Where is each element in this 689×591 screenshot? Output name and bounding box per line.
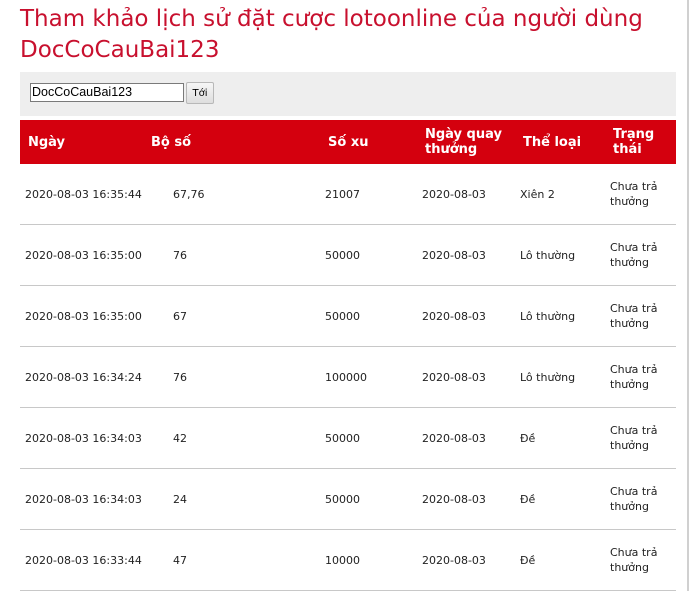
cell-coins: 21007 bbox=[320, 164, 417, 225]
table-row: 2020-08-03 16:34:03 24 50000 2020-08-03 … bbox=[20, 468, 676, 530]
header-coins[interactable]: Số xu bbox=[320, 120, 417, 164]
cell-status: Chưa trả thưởng bbox=[605, 407, 676, 469]
cell-date: 2020-08-03 16:35:44 bbox=[20, 164, 143, 225]
page-title: Tham khảo lịch sử đặt cược lotoonline củ… bbox=[20, 6, 643, 63]
cell-type: Lô thường bbox=[515, 346, 605, 408]
cell-type: Xiên 2 bbox=[515, 164, 605, 225]
header-status[interactable]: Trạng thái bbox=[605, 120, 676, 164]
cell-numbers: 42 bbox=[143, 407, 320, 469]
bet-history-table: Ngày Bộ số Số xu Ngày quay thưởng Thể lo… bbox=[20, 120, 676, 591]
cell-type: Lô thường bbox=[515, 224, 605, 286]
cell-type: Đề bbox=[515, 468, 605, 530]
header-date[interactable]: Ngày bbox=[20, 120, 143, 164]
cell-draw-date: 2020-08-03 bbox=[417, 529, 515, 591]
cell-coins: 50000 bbox=[320, 468, 417, 530]
username-input[interactable] bbox=[30, 83, 184, 102]
cell-coins: 10000 bbox=[320, 529, 417, 591]
cell-date: 2020-08-03 16:35:00 bbox=[20, 224, 143, 286]
cell-date: 2020-08-03 16:34:03 bbox=[20, 468, 143, 530]
table-row: 2020-08-03 16:34:24 76 100000 2020-08-03… bbox=[20, 346, 676, 408]
cell-draw-date: 2020-08-03 bbox=[417, 164, 515, 225]
cell-type: Đề bbox=[515, 407, 605, 469]
cell-status: Chưa trả thưởng bbox=[605, 285, 676, 347]
cell-status: Chưa trả thưởng bbox=[605, 468, 676, 530]
cell-numbers: 76 bbox=[143, 224, 320, 286]
cell-draw-date: 2020-08-03 bbox=[417, 285, 515, 347]
cell-draw-date: 2020-08-03 bbox=[417, 224, 515, 286]
cell-numbers: 67 bbox=[143, 285, 320, 347]
table-row: 2020-08-03 16:34:03 42 50000 2020-08-03 … bbox=[20, 407, 676, 469]
cell-type: Lô thường bbox=[515, 285, 605, 347]
cell-date: 2020-08-03 16:34:03 bbox=[20, 407, 143, 469]
go-button[interactable]: Tới bbox=[186, 82, 214, 104]
cell-coins: 50000 bbox=[320, 224, 417, 286]
search-bar: Tới bbox=[20, 72, 676, 116]
cell-type: Đề bbox=[515, 529, 605, 591]
cell-status: Chưa trả thưởng bbox=[605, 529, 676, 591]
cell-date: 2020-08-03 16:33:44 bbox=[20, 529, 143, 591]
cell-status: Chưa trả thưởng bbox=[605, 346, 676, 408]
table-row: 2020-08-03 16:35:00 76 50000 2020-08-03 … bbox=[20, 224, 676, 286]
table-row: 2020-08-03 16:35:00 67 50000 2020-08-03 … bbox=[20, 285, 676, 347]
cell-date: 2020-08-03 16:34:24 bbox=[20, 346, 143, 408]
cell-numbers: 67,76 bbox=[143, 164, 320, 225]
cell-draw-date: 2020-08-03 bbox=[417, 468, 515, 530]
cell-numbers: 47 bbox=[143, 529, 320, 591]
table-row: 2020-08-03 16:35:44 67,76 21007 2020-08-… bbox=[20, 164, 676, 225]
cell-status: Chưa trả thưởng bbox=[605, 164, 676, 225]
cell-coins: 50000 bbox=[320, 285, 417, 347]
header-numbers[interactable]: Bộ số bbox=[143, 120, 320, 164]
header-type[interactable]: Thể loại bbox=[515, 120, 605, 164]
cell-numbers: 76 bbox=[143, 346, 320, 408]
cell-coins: 50000 bbox=[320, 407, 417, 469]
cell-draw-date: 2020-08-03 bbox=[417, 407, 515, 469]
cell-date: 2020-08-03 16:35:00 bbox=[20, 285, 143, 347]
table-header-row: Ngày Bộ số Số xu Ngày quay thưởng Thể lo… bbox=[20, 120, 676, 164]
header-draw-date[interactable]: Ngày quay thưởng bbox=[417, 120, 515, 164]
cell-numbers: 24 bbox=[143, 468, 320, 530]
cell-coins: 100000 bbox=[320, 346, 417, 408]
cell-status: Chưa trả thưởng bbox=[605, 224, 676, 286]
table-row: 2020-08-03 16:33:44 47 10000 2020-08-03 … bbox=[20, 529, 676, 591]
cell-draw-date: 2020-08-03 bbox=[417, 346, 515, 408]
